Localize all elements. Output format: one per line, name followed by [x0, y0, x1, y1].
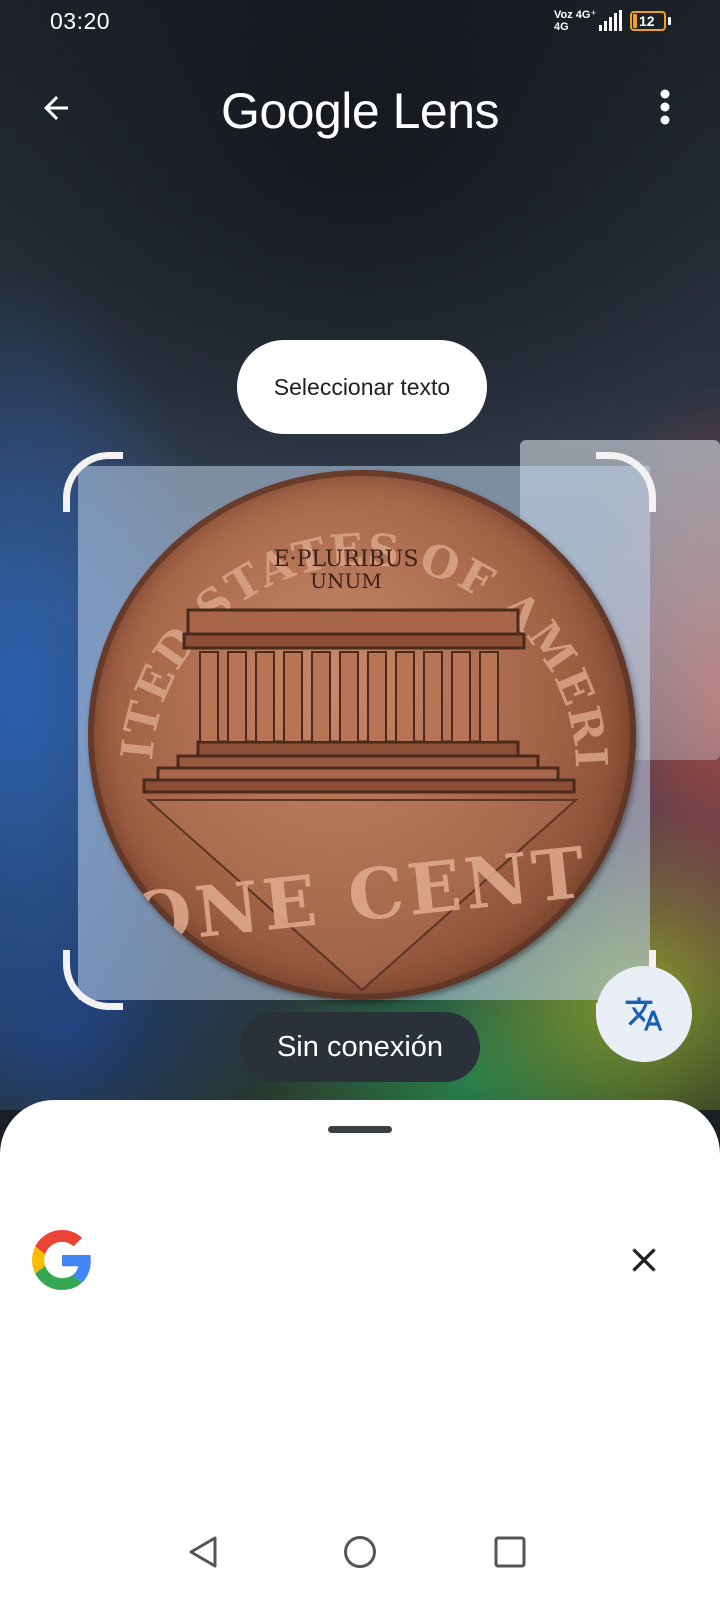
- nav-recents-square-icon[interactable]: [488, 1530, 532, 1574]
- more-vert-icon: [660, 89, 670, 125]
- coin-motto-line2: UNUM: [310, 569, 382, 593]
- status-time: 03:20: [50, 8, 111, 34]
- close-button[interactable]: [612, 1228, 676, 1292]
- battery-fill: [633, 14, 637, 28]
- app-title: Google Lens: [220, 83, 500, 139]
- network-type-top: Voz 4G⁺: [554, 9, 597, 21]
- results-bottom-sheet[interactable]: [0, 1100, 720, 1600]
- select-text-label: Seleccionar texto: [273, 373, 451, 400]
- offline-status-chip: Sin conexión: [240, 1012, 480, 1082]
- coin-image: UNITED STATES OF AMERICA E·PLURIBUS UNUM: [88, 470, 636, 1000]
- translate-icon: [625, 997, 663, 1031]
- nav-home-circle-icon[interactable]: [338, 1530, 382, 1574]
- select-text-button[interactable]: Seleccionar texto: [237, 340, 487, 434]
- network-type: Voz 4G⁺ 4G: [554, 9, 596, 33]
- close-icon: [632, 1248, 656, 1272]
- offline-label: Sin conexión: [276, 1030, 444, 1063]
- more-options-button[interactable]: [640, 82, 690, 132]
- google-g-icon: [32, 1230, 91, 1290]
- signal-icon: [599, 10, 622, 31]
- battery-icon: 12: [630, 11, 666, 31]
- status-bar: 03:20 Voz 4G⁺ 4G 12: [0, 0, 720, 44]
- sheet-drag-handle[interactable]: [328, 1126, 392, 1133]
- coin-art: UNITED STATES OF AMERICA E·PLURIBUS UNUM: [88, 470, 614, 992]
- back-button[interactable]: [28, 80, 84, 136]
- battery-level: 12: [639, 13, 655, 29]
- battery-tip: [668, 17, 671, 25]
- arrow-back-icon: [44, 96, 68, 120]
- nav-back-triangle-icon[interactable]: [183, 1530, 227, 1574]
- memorial-columns: [199, 651, 499, 743]
- network-type-bottom: 4G: [554, 21, 569, 33]
- translate-button[interactable]: [596, 966, 692, 1062]
